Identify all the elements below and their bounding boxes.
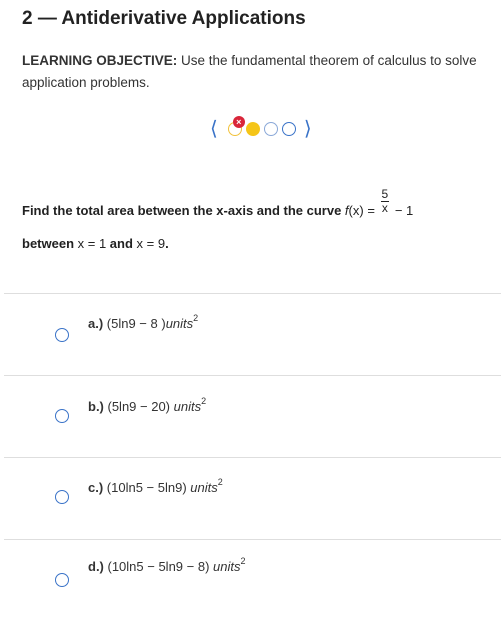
radio-button-b[interactable] bbox=[55, 409, 69, 423]
function-tail: − 1 bbox=[391, 202, 414, 218]
answer-option-d[interactable]: d.) (10ln5 − 5ln9 − 8) units2 bbox=[0, 540, 501, 620]
question-dot-2-current[interactable] bbox=[245, 122, 260, 136]
page-title: 2 — Antiderivative Applications bbox=[22, 8, 306, 29]
and-text: and bbox=[106, 236, 137, 251]
question-dot-3[interactable] bbox=[263, 122, 278, 136]
next-question-button[interactable]: ⟩ bbox=[304, 119, 312, 139]
option-expression: (10ln5 − 5ln9 − 8) bbox=[103, 559, 214, 574]
learning-objective-label: LEARNING OBJECTIVE: bbox=[22, 53, 178, 68]
function-argument: (x) = bbox=[348, 202, 379, 218]
option-text-d: d.) (10ln5 − 5ln9 − 8) units2 bbox=[88, 556, 246, 574]
option-unit: units bbox=[173, 399, 202, 414]
between-text: between bbox=[22, 236, 78, 251]
question-intro: Find the total area between the x-axis a… bbox=[22, 202, 345, 218]
option-letter: c.) bbox=[88, 480, 104, 495]
radio-button-c[interactable] bbox=[55, 490, 69, 504]
option-letter: b.) bbox=[88, 399, 104, 414]
option-unit: units bbox=[213, 559, 241, 574]
fraction-denominator: x bbox=[381, 201, 388, 215]
function-fraction: 5x bbox=[380, 187, 390, 215]
incorrect-icon: × bbox=[232, 116, 245, 128]
answer-option-c[interactable]: c.) (10ln5 − 5ln9) units2 bbox=[0, 458, 501, 538]
option-unit: units bbox=[165, 316, 194, 331]
question-dot-4[interactable] bbox=[281, 122, 296, 136]
question-pager: ⟨ × ⟩ bbox=[210, 116, 312, 142]
fraction-numerator: 5 bbox=[380, 187, 390, 202]
previous-question-button[interactable]: ⟨ bbox=[210, 119, 218, 139]
option-text-c: c.) (10ln5 − 5ln9) units2 bbox=[88, 477, 223, 495]
option-exponent: 2 bbox=[193, 313, 199, 323]
learning-objective: LEARNING OBJECTIVE: Use the fundamental … bbox=[22, 50, 492, 94]
option-exponent: 2 bbox=[240, 556, 246, 566]
question-dot-1[interactable]: × bbox=[227, 116, 245, 136]
option-exponent: 2 bbox=[201, 396, 207, 406]
option-letter: d.) bbox=[88, 559, 104, 574]
radio-button-d[interactable] bbox=[55, 573, 69, 587]
option-letter: a.) bbox=[88, 316, 104, 331]
option-exponent: 2 bbox=[217, 477, 223, 487]
answer-option-b[interactable]: b.) (5ln9 − 20) units2 bbox=[0, 376, 501, 456]
function-expression: f(x) = bbox=[345, 203, 379, 218]
upper-bound: x = 9 bbox=[136, 236, 166, 251]
option-expression: (10ln5 − 5ln9) bbox=[103, 480, 191, 495]
option-expression: (5ln9 − 20) bbox=[103, 399, 174, 414]
lower-bound: x = 1 bbox=[77, 236, 107, 251]
period: . bbox=[165, 236, 169, 251]
answer-option-a[interactable]: a.) (5ln9 − 8 )units2 bbox=[0, 294, 501, 374]
radio-button-a[interactable] bbox=[55, 328, 69, 342]
option-text-a: a.) (5ln9 − 8 )units2 bbox=[88, 313, 199, 331]
option-unit: units bbox=[190, 480, 218, 495]
option-expression: (5ln9 − 8 ) bbox=[103, 316, 166, 331]
option-text-b: b.) (5ln9 − 20) units2 bbox=[88, 396, 207, 414]
